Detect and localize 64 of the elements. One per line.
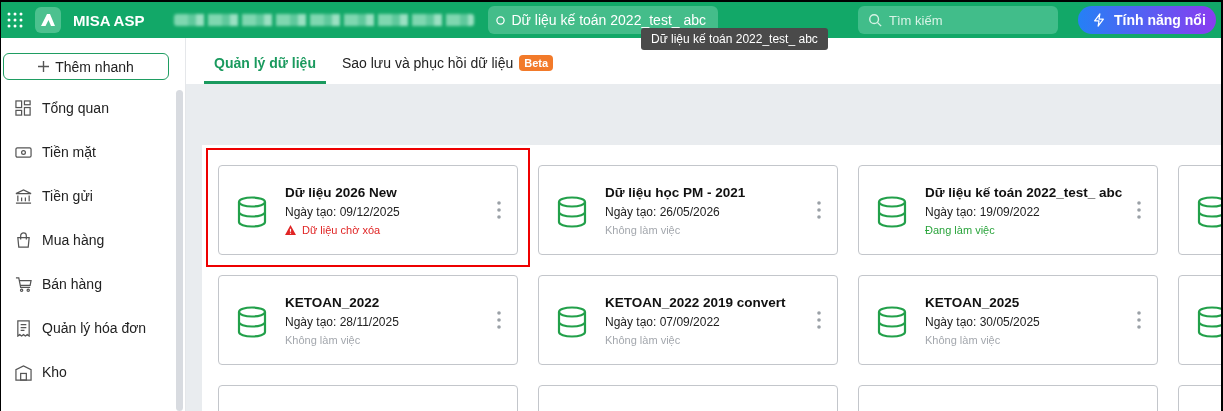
lightning-icon	[1092, 13, 1107, 27]
database-icon	[557, 196, 587, 228]
status-text: Không làm việc	[605, 333, 681, 346]
card-title: KETOAN_2022	[285, 294, 381, 310]
more-icon[interactable]	[817, 311, 821, 329]
apps-grid-icon[interactable]	[7, 12, 23, 28]
card-title: Dữ liệu 2026 New	[285, 184, 398, 200]
database-card[interactable]: KETOAN_2022 Ngày tạo: 28/11/2025 Không làm việc	[218, 275, 518, 365]
bank-icon	[15, 187, 32, 205]
database-icon	[237, 196, 267, 228]
created-date: Ngày tạo: 19/09/2022	[925, 204, 1041, 219]
search-field[interactable]: Tìm kiếm	[858, 6, 1059, 34]
card-title: KETOAN_2025	[925, 294, 1021, 310]
status-text: Đang làm việc	[925, 223, 995, 236]
status-text: Không làm việc	[605, 223, 681, 236]
sidebar-item[interactable]: Quản lý hóa đơn	[1, 306, 161, 350]
sidebar-item[interactable]: Tổng quan	[1, 86, 161, 130]
more-icon[interactable]	[497, 311, 501, 329]
database-icon	[1197, 306, 1221, 338]
warehouse-icon	[15, 363, 32, 381]
database-card[interactable]: Dữ liệu 2026 New Ngày tạo: 09/12/2025 Dữ liệu chờ xóa	[218, 165, 518, 255]
sidebar-item[interactable]: Tiền mặt	[1, 130, 161, 174]
created-date: Ngày tạo: 28/11/2025	[285, 314, 400, 329]
database-card[interactable]: KETOAN_2022 2019 convert Ngày tạo: 07/09/2022 Không làm việc	[538, 275, 838, 365]
database-icon	[1197, 196, 1221, 228]
created-date: Ngày tạo: 30/05/2025	[925, 314, 1041, 329]
quick-add-button[interactable]: Thêm nhanh	[3, 53, 169, 80]
database-icon	[237, 306, 267, 338]
created-date: Ngày tạo: 09/12/2025	[285, 204, 401, 219]
warning-icon	[285, 224, 296, 235]
logo-icon	[35, 7, 61, 33]
created-date: Ngày tạo: 07/09/2022	[605, 314, 721, 329]
status-text: Không làm việc	[925, 333, 1001, 346]
status-text: Không làm việc	[285, 333, 361, 346]
more-icon[interactable]	[1137, 311, 1141, 329]
sidebar-item[interactable]: Bán hàng	[1, 262, 161, 306]
sidebar-item[interactable]: Kho	[1, 350, 161, 394]
more-icon[interactable]	[1137, 201, 1141, 219]
database-card[interactable]: Dữ liệu học PM - 2021 Ngày tạo: 26/05/2026 Không làm việc	[538, 165, 838, 255]
app-name: MISA ASP	[73, 11, 145, 29]
database-card[interactable]: Dữ liệu kế toán 2022_test_ abc Ngày tạo: 19/09/2022 Đang làm việc	[858, 165, 1158, 255]
card-title: Dữ liệu học PM - 2021	[605, 184, 747, 200]
scrollbar[interactable]	[176, 90, 183, 411]
database-icon	[557, 306, 587, 338]
sidebar-item[interactable]: Tiền gửi	[1, 174, 161, 218]
beta-badge: Beta	[519, 55, 554, 71]
tab[interactable]: Sao lưu và phục hồi dữ liệu Beta	[331, 55, 564, 84]
bag-icon	[15, 231, 32, 249]
created-date: Ngày tạo: 26/05/2026	[605, 204, 721, 219]
more-icon[interactable]	[497, 201, 501, 219]
receipt-icon	[15, 319, 32, 337]
plus-icon	[38, 61, 50, 72]
status-text: Dữ liệu chờ xóa	[302, 223, 381, 236]
database-card[interactable]: KETOAN_2025 Ngày tạo: 30/05/2025 Không làm việc	[858, 275, 1158, 365]
database-icon	[877, 196, 907, 228]
card-title: KETOAN_2022 2019 convert	[605, 294, 787, 310]
circle-icon	[496, 15, 506, 25]
cart-icon	[15, 275, 32, 293]
sidebar-item[interactable]: Mua hàng	[1, 218, 161, 262]
tooltip: Dữ liệu kế toán 2022_test_ abc	[641, 28, 828, 50]
database-icon	[877, 306, 907, 338]
feature-button[interactable]: Tính năng nổi	[1078, 6, 1216, 34]
grid-icon	[15, 99, 32, 117]
more-icon[interactable]	[817, 201, 821, 219]
